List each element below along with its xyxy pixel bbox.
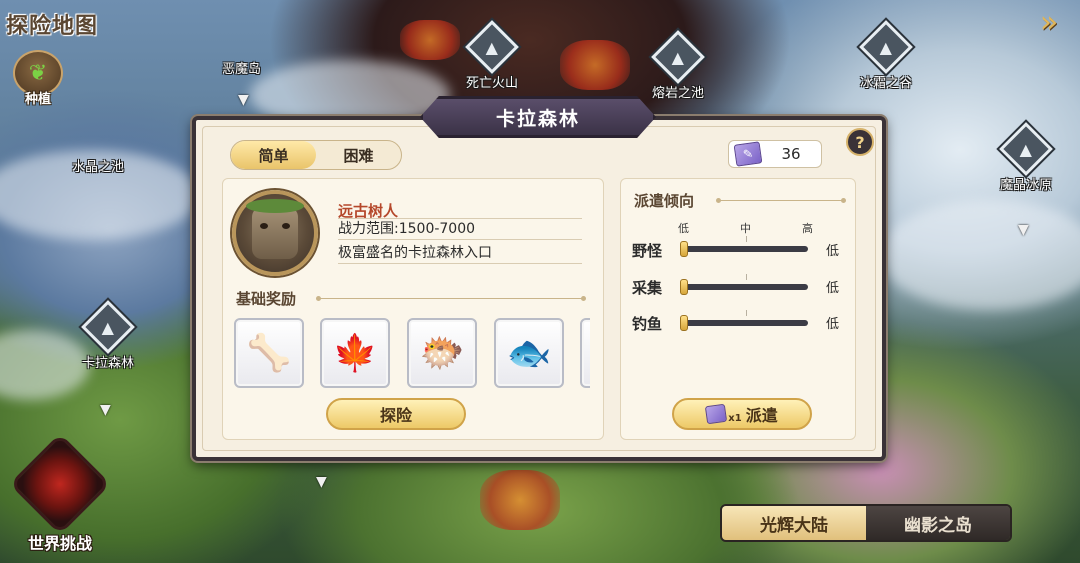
crossed-swords-emblem-icon xyxy=(9,433,111,535)
tab-shadow-island[interactable]: 幽影之岛 xyxy=(866,506,1010,540)
explore-button[interactable]: 探险 xyxy=(326,398,466,430)
dispatch-title: 派遣倾向 xyxy=(634,192,695,210)
fish-icon[interactable]: 🐟 xyxy=(494,318,564,388)
power-range: 战力范围:1500-7000 xyxy=(338,218,582,240)
fishing-slider-handle[interactable] xyxy=(680,315,688,331)
scroll-ticket-icon: ✎ xyxy=(733,141,763,167)
dispatch-button[interactable]: x1 派遣 xyxy=(672,398,812,430)
difficulty-tabs: 简单 困难 xyxy=(230,140,402,170)
divider xyxy=(316,296,586,301)
location-frost-valley[interactable]: ▲ 冰霜之谷 xyxy=(846,20,926,91)
dispatch-label: 派遣 xyxy=(745,406,778,425)
location-pin-icon: ▼ xyxy=(100,402,111,418)
row-value: 低 xyxy=(826,281,840,296)
row-label: 野怪 xyxy=(632,242,663,260)
scale-mid: 中 xyxy=(740,222,751,235)
fishing-slider-track[interactable] xyxy=(684,320,808,326)
cloud xyxy=(880,200,1080,310)
scale-high: 高 xyxy=(802,222,813,235)
mountain-marker-icon: ▲ xyxy=(465,20,519,74)
mountain-marker-icon: ▲ xyxy=(81,300,135,354)
mountain-marker-icon: ▲ xyxy=(651,30,705,84)
treant-portrait-icon xyxy=(232,190,318,276)
boss-description: 极富盛名的卡拉森林入口 xyxy=(338,242,582,264)
row-value: 低 xyxy=(826,317,840,332)
divider xyxy=(716,198,846,203)
plant-button[interactable]: ❦ 种植 xyxy=(10,50,66,108)
mountain-marker-icon: ▲ xyxy=(999,122,1053,176)
tab-hard[interactable]: 困难 xyxy=(316,141,401,169)
location-name: 熔岩之池 xyxy=(651,86,704,101)
ticket-count: 36 xyxy=(781,145,801,163)
location-magic-crystal-icefield[interactable]: ▲ 魔晶冰原 xyxy=(986,122,1066,193)
green-leaf-icon[interactable]: 🍁 xyxy=(320,318,390,388)
lava-pool xyxy=(560,40,630,90)
scroll-ticket-icon xyxy=(705,403,728,425)
location-pin-icon: ▼ xyxy=(238,92,249,108)
scale-low: 低 xyxy=(678,222,689,235)
monster-slider-track[interactable] xyxy=(684,246,808,252)
row-label: 采集 xyxy=(632,279,663,297)
world-challenge-label: 世界挑战 xyxy=(27,534,92,553)
location-crystal-pool[interactable]: 水晶之池 xyxy=(72,156,124,175)
row-value: 低 xyxy=(826,244,840,259)
location-pin-icon: ▼ xyxy=(316,474,327,490)
pufferfish-icon[interactable]: 🐡 xyxy=(407,318,477,388)
lava-pool xyxy=(400,20,460,60)
dispatch-cost: x1 xyxy=(728,413,742,424)
location-death-volcano[interactable]: ▲ 死亡火山 xyxy=(452,20,532,91)
gather-slider-handle[interactable] xyxy=(680,279,688,295)
monster-slider-handle[interactable] xyxy=(680,241,688,257)
location-kara-forest[interactable]: ▲ 卡拉森林 xyxy=(68,300,148,371)
location-lava-pool[interactable]: ▲ 熔岩之池 xyxy=(638,30,718,101)
location-name: 死亡火山 xyxy=(465,76,518,91)
tick xyxy=(746,310,747,316)
tick xyxy=(746,274,747,280)
location-demon-island[interactable]: 恶魔岛 xyxy=(222,58,261,77)
rewards-title: 基础奖励 xyxy=(236,290,297,308)
leather-hide-icon[interactable]: 🦴 xyxy=(234,318,304,388)
ticket-counter: ✎ 36 xyxy=(728,140,822,168)
tick xyxy=(746,236,747,242)
location-name: 魔晶冰原 xyxy=(999,178,1052,193)
location-name: 冰霜之谷 xyxy=(859,76,912,91)
plant-label: 种植 xyxy=(24,92,51,107)
lava-pool xyxy=(480,470,560,530)
help-button[interactable]: ? xyxy=(846,128,874,156)
reward-slot-partial[interactable] xyxy=(580,318,590,388)
tab-easy[interactable]: 简单 xyxy=(231,141,316,169)
gather-slider-track[interactable] xyxy=(684,284,808,290)
row-label: 钓鱼 xyxy=(632,315,663,333)
map-title: 探险地图 xyxy=(6,14,99,39)
rewards-list: 🦴 🍁 🐡 🐟 xyxy=(234,318,590,388)
region-tabs: 光辉大陆 幽影之岛 xyxy=(720,504,1012,542)
world-challenge-button[interactable]: 世界挑战 xyxy=(9,433,111,558)
location-pin-icon: ▼ xyxy=(1018,222,1029,238)
tab-radiant-continent[interactable]: 光辉大陆 xyxy=(722,506,866,540)
dialog-title: 卡拉森林 xyxy=(420,96,656,138)
mountain-marker-icon: ▲ xyxy=(859,20,913,74)
exit-arrow-icon[interactable]: » xyxy=(1032,8,1066,38)
location-name: 卡拉森林 xyxy=(81,356,134,371)
